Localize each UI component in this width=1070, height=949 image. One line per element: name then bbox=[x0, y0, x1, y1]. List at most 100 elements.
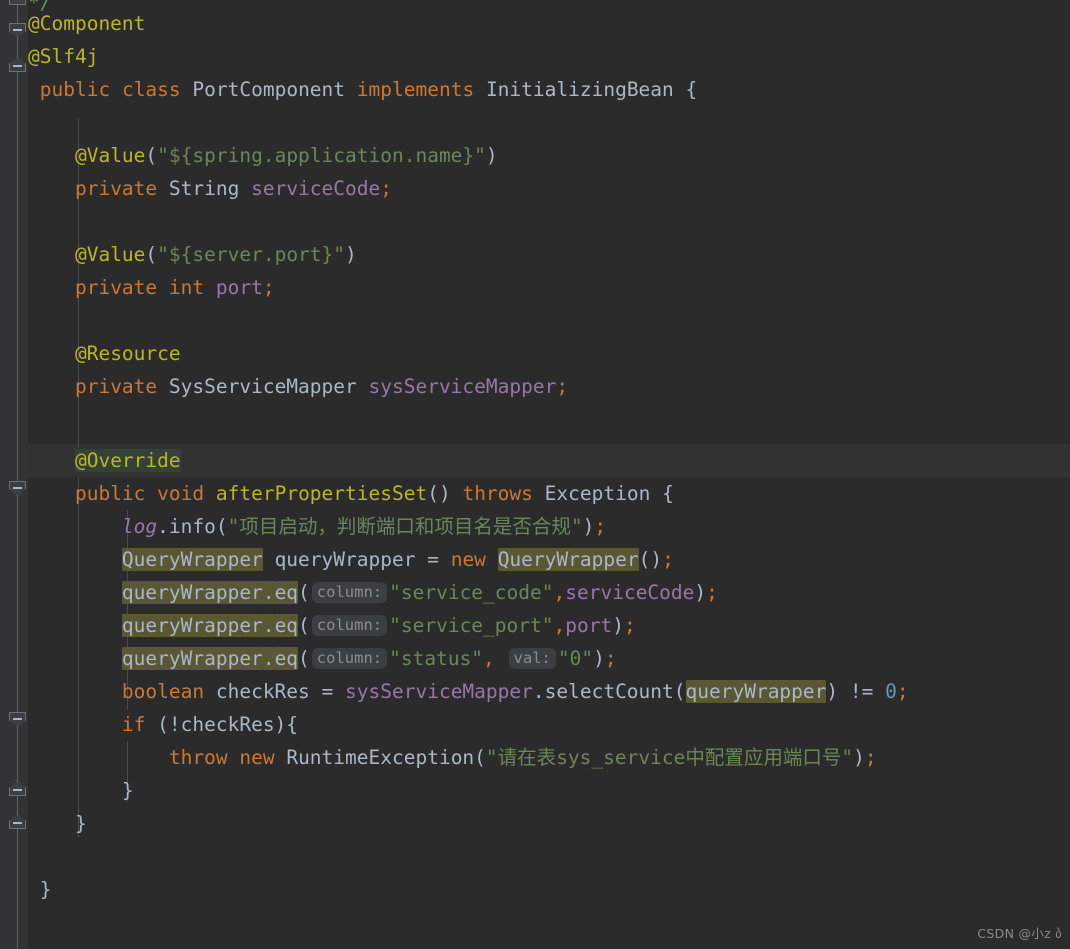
code-line-checkres[interactable]: boolean checkRes = sysServiceMapper.sele… bbox=[0, 675, 1070, 708]
field-mapper: sysServiceMapper bbox=[345, 680, 533, 703]
exception-message-suffix: 中配置应用端口号 bbox=[685, 746, 842, 769]
brace-close: } bbox=[121, 779, 134, 802]
code-editor[interactable]: */ @Component @Slf4j public class PortCo… bbox=[0, 0, 1070, 949]
quote-open: " bbox=[485, 746, 498, 769]
brace-open: { bbox=[286, 713, 299, 736]
paren-open: ( bbox=[673, 680, 686, 703]
inlay-hint-column: column: bbox=[311, 648, 388, 669]
field-type: String bbox=[168, 177, 240, 200]
annotation-slf4j: @Slf4j bbox=[28, 45, 99, 68]
code-line-close-class[interactable]: } bbox=[0, 873, 1070, 906]
value-expression: ${spring.application.name} bbox=[168, 144, 475, 167]
annotation-resource: @Resource bbox=[74, 342, 181, 365]
code-line-close-if[interactable]: } bbox=[0, 774, 1070, 807]
exception-type: Exception bbox=[544, 482, 651, 505]
code-line-log-info[interactable]: log.info("项目启动，判断端口和项目名是否合规"); bbox=[0, 510, 1070, 543]
method-eq: eq bbox=[274, 614, 299, 637]
keyword-boolean: boolean bbox=[121, 680, 205, 703]
dot: . bbox=[262, 614, 275, 637]
semicolon: ; bbox=[594, 515, 607, 538]
logger-field: log bbox=[121, 515, 158, 538]
field-name-servicecode: serviceCode bbox=[251, 177, 381, 200]
comma: , bbox=[553, 614, 566, 637]
paren-open: ( bbox=[145, 144, 158, 167]
dot: . bbox=[532, 680, 545, 703]
comma: , bbox=[553, 581, 566, 604]
quote-close: " bbox=[570, 515, 583, 538]
quote-open: " bbox=[157, 243, 169, 266]
keyword-implements: implements bbox=[356, 78, 475, 101]
equals: = bbox=[321, 680, 334, 703]
code-line-eq-serviceport[interactable]: queryWrapper.eq(column: "service_port",po… bbox=[0, 609, 1070, 642]
csdn-watermark: CSDN @小z ბ bbox=[977, 926, 1062, 941]
code-line-field-mapper[interactable]: private SysServiceMapper sysServiceMappe… bbox=[0, 370, 1070, 403]
code-line-eq-status[interactable]: queryWrapper.eq(column: "status", val: "0"… bbox=[0, 642, 1070, 675]
value-expression: ${server.port} bbox=[168, 243, 334, 266]
code-content[interactable]: */ @Component @Slf4j public class PortCo… bbox=[0, 0, 1070, 949]
annotation-component: @Component bbox=[28, 12, 146, 35]
keyword-throws: throws bbox=[462, 482, 533, 505]
paren-open: ( bbox=[474, 746, 486, 769]
dot: . bbox=[262, 581, 275, 604]
brace-close: } bbox=[74, 812, 87, 835]
arg-column-name: "status" bbox=[389, 647, 484, 670]
code-line-method-declaration[interactable]: public void afterPropertiesSet() throws … bbox=[0, 477, 1070, 510]
keyword-void: void bbox=[157, 482, 205, 505]
keyword-if: if bbox=[121, 713, 146, 736]
inlay-hint-val: val: bbox=[508, 648, 556, 669]
paren-close: ) bbox=[612, 614, 624, 637]
arg-servicecode: serviceCode bbox=[565, 581, 695, 604]
code-line-resource-annotation[interactable]: @Resource bbox=[0, 337, 1070, 370]
code-line-class-declaration[interactable]: public class PortComponent implements In… bbox=[0, 73, 1070, 106]
quote-open: " bbox=[157, 144, 169, 167]
method-selectcount: selectCount bbox=[544, 680, 674, 703]
code-line-override-annotation[interactable]: @Override bbox=[0, 444, 1070, 477]
dot: . bbox=[157, 515, 169, 538]
code-line-querywrapper-init[interactable]: QueryWrapper queryWrapper = new QueryWra… bbox=[0, 543, 1070, 576]
exception-message-prefix: 请在表 bbox=[497, 746, 557, 769]
code-line-throw-exception[interactable]: throw new RuntimeException("请在表sys_servi… bbox=[0, 741, 1070, 774]
keyword-public: public bbox=[39, 78, 111, 101]
number-zero: 0 bbox=[885, 680, 897, 703]
code-line-if-statement[interactable]: if (!checkRes){ bbox=[0, 708, 1070, 741]
log-message: 项目启动，判断端口和项目名是否合规 bbox=[239, 515, 571, 538]
semicolon: ; bbox=[662, 548, 674, 571]
var-querywrapper: queryWrapper bbox=[121, 647, 263, 670]
semicolon: ; bbox=[262, 276, 275, 299]
exception-type-runtime: RuntimeException bbox=[286, 746, 475, 769]
keyword-private: private bbox=[74, 375, 158, 398]
paren-close: ) bbox=[345, 243, 357, 266]
paren-open: ( bbox=[298, 581, 310, 604]
code-line-component-annotation[interactable]: @Component bbox=[0, 7, 1070, 40]
operator-not-equal: != bbox=[849, 680, 874, 703]
code-line-field-servicecode[interactable]: private String serviceCode; bbox=[0, 172, 1070, 205]
code-line-field-port[interactable]: private int port; bbox=[0, 271, 1070, 304]
ctor-parens: () bbox=[638, 548, 663, 571]
type-querywrapper: QueryWrapper bbox=[121, 548, 263, 571]
code-line-eq-servicecode[interactable]: queryWrapper.eq(column: "service_code",se… bbox=[0, 576, 1070, 609]
code-line-slf4j-annotation[interactable]: @Slf4j bbox=[0, 40, 1070, 73]
field-name-port: port bbox=[215, 276, 263, 299]
semicolon: ; bbox=[380, 177, 392, 200]
brace-close: } bbox=[39, 878, 52, 901]
class-name: PortComponent bbox=[192, 78, 346, 101]
quote-close: " bbox=[474, 144, 486, 167]
equals: = bbox=[427, 548, 439, 571]
semicolon: ; bbox=[706, 581, 718, 604]
paren-close: ) bbox=[582, 515, 595, 538]
if-condition: (!checkRes) bbox=[157, 713, 287, 736]
ctor-querywrapper: QueryWrapper bbox=[497, 548, 639, 571]
var-querywrapper: queryWrapper bbox=[121, 581, 263, 604]
quote-close: " bbox=[841, 746, 854, 769]
brace-open: { bbox=[662, 482, 674, 505]
semicolon: ; bbox=[864, 746, 877, 769]
code-line-close-method[interactable]: } bbox=[0, 807, 1070, 840]
keyword-public: public bbox=[74, 482, 146, 505]
method-eq: eq bbox=[274, 647, 299, 670]
exception-message-table: sys_service bbox=[556, 746, 686, 769]
code-line-value-annotation-name[interactable]: @Value("${spring.application.name}") bbox=[0, 139, 1070, 172]
code-line-value-annotation-port[interactable]: @Value("${server.port}") bbox=[0, 238, 1070, 271]
paren-open: ( bbox=[298, 647, 310, 670]
var-querywrapper: queryWrapper bbox=[121, 614, 263, 637]
annotation-override: @Override bbox=[74, 449, 181, 472]
